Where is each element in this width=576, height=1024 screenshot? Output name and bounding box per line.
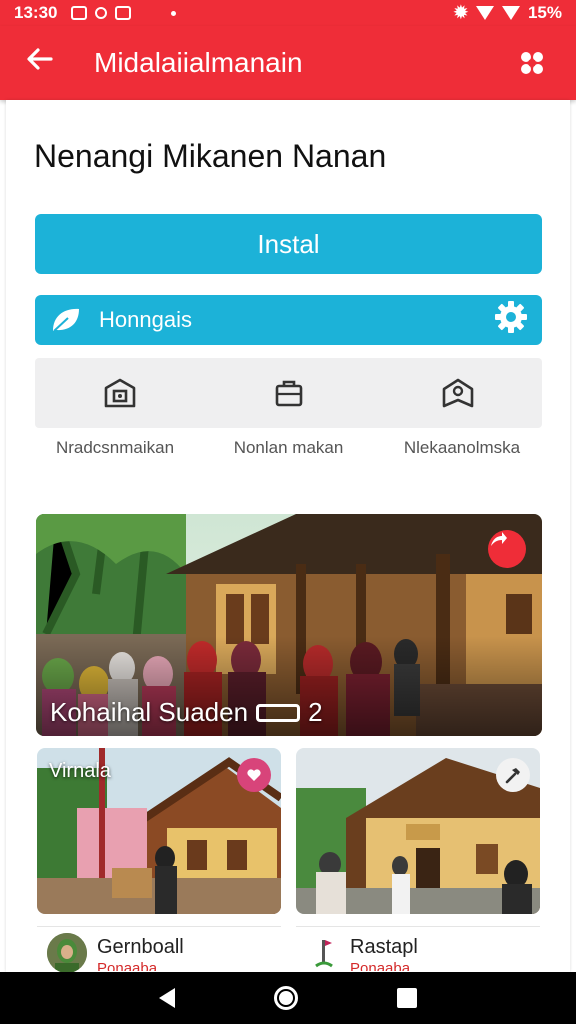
- avatar: [47, 933, 87, 973]
- notification-dot-icon: [171, 10, 177, 16]
- nav-back-icon[interactable]: [159, 988, 176, 1008]
- hero-card[interactable]: Kohaihal Suaden 2: [36, 514, 542, 736]
- profile-name: Gernboall: [97, 936, 184, 958]
- notification-icon: [115, 6, 132, 20]
- share-icon[interactable]: [488, 530, 526, 568]
- hero-caption-pill: [256, 703, 301, 722]
- status-right: ✹ 15%: [454, 3, 562, 23]
- notification-icon: [95, 7, 108, 19]
- category-bar[interactable]: Honngais: [35, 295, 542, 345]
- flag-icon: [306, 933, 342, 973]
- brightness-icon: ✹: [453, 3, 468, 22]
- card-label: Virnala: [49, 760, 111, 782]
- profile-subtitle: Ponaaba: [350, 961, 411, 971]
- hero-count: 2: [308, 697, 323, 727]
- briefcase-icon[interactable]: [269, 373, 309, 413]
- gear-icon[interactable]: [494, 300, 528, 340]
- category-label: Honngais: [99, 307, 192, 332]
- wifi-icon: [475, 6, 494, 20]
- quick-action-label[interactable]: Nradcsnmaikan: [35, 438, 195, 458]
- heart-icon[interactable]: [237, 758, 271, 792]
- quick-action-label[interactable]: Nlekaanolmska: [382, 438, 542, 458]
- main-content: Nenangi Mikanen Nanan Instal Honngais Nr…: [6, 100, 570, 973]
- status-time: 13:30: [14, 3, 58, 22]
- app-title: Midalaiialmanain: [94, 47, 303, 78]
- quick-action-label[interactable]: Nonlan makan: [209, 438, 369, 458]
- app-bar: Midalaiialmanain: [0, 26, 576, 100]
- profile-name: Rastapl: [350, 936, 418, 958]
- quick-action-labels: Nradcsnmaikan Nonlan makan Nlekaanolmska: [35, 438, 542, 458]
- quick-actions-panel: [35, 358, 542, 428]
- photo-card[interactable]: [296, 748, 540, 914]
- profile-card[interactable]: Gernboall Ponaaba: [37, 926, 281, 973]
- photo-card[interactable]: Virnala: [37, 748, 281, 914]
- profile-card[interactable]: Rastapl Ponaaba: [296, 926, 540, 972]
- nav-home-icon[interactable]: [273, 986, 298, 1010]
- status-bar: 13:30 ✹ 15%: [0, 0, 576, 26]
- hero-caption-text: Kohaihal Suaden: [50, 697, 249, 727]
- notification-icons: [71, 6, 132, 20]
- page-title: Nenangi Mikanen Nanan: [34, 138, 387, 174]
- nav-recents-icon[interactable]: [396, 988, 417, 1008]
- battery-level: 15%: [527, 3, 562, 22]
- settings-icon[interactable]: [512, 43, 552, 83]
- hero-caption: Kohaihal Suaden 2: [50, 697, 323, 728]
- signal-icon: [501, 6, 520, 20]
- leaf-icon: [49, 303, 83, 337]
- profile-subtitle: Ponaaba: [97, 961, 158, 971]
- hammer-icon[interactable]: [496, 758, 530, 792]
- system-nav-bar: [0, 972, 576, 1024]
- location-home-icon[interactable]: [438, 373, 478, 413]
- house-icon[interactable]: [100, 373, 140, 413]
- notification-icon: [71, 6, 88, 20]
- arrow-left-icon[interactable]: [24, 44, 68, 83]
- install-button[interactable]: Instal: [35, 214, 542, 274]
